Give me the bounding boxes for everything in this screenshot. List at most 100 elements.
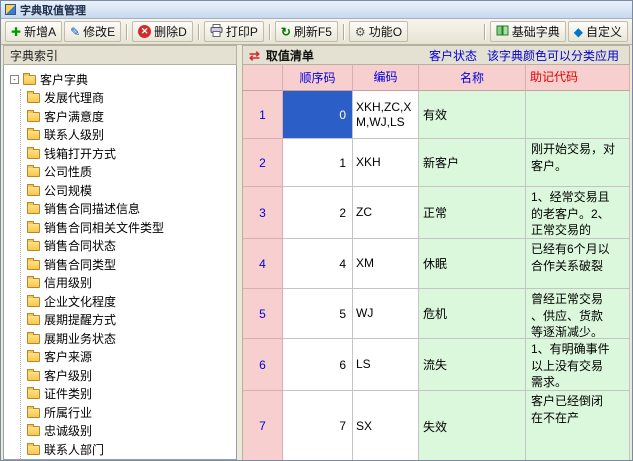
- base-dictionary-button[interactable]: 基础字典: [490, 21, 566, 42]
- refresh-button[interactable]: ↻ 刷新F5: [275, 21, 338, 42]
- code-cell[interactable]: WJ: [353, 289, 419, 339]
- tree-label: 所属行业: [44, 404, 92, 421]
- folder-icon: [27, 426, 40, 436]
- row-number-cell[interactable]: 6: [243, 339, 283, 391]
- name-cell[interactable]: 有效: [419, 91, 526, 139]
- tree-item[interactable]: 联系人部门: [27, 440, 234, 459]
- name-cell[interactable]: 正常: [419, 187, 526, 239]
- gear-icon: ⚙: [355, 26, 366, 38]
- seq-cell[interactable]: 7: [283, 391, 353, 460]
- folder-icon: [27, 149, 40, 159]
- tree-item[interactable]: 忠诚级别: [27, 422, 234, 441]
- folder-icon: [27, 186, 40, 196]
- dictionary-tree: - 客户字典 发展代理商 客户满意度 联系人级别 钱箱打开方式 公司性质 公司规…: [3, 65, 237, 460]
- note-cell[interactable]: 客户已经倒闭 在不在产: [526, 391, 630, 460]
- note-cell[interactable]: 已经有6个月以 合作关系破裂: [526, 239, 630, 289]
- tree-item[interactable]: 销售合同相关文件类型: [27, 218, 234, 237]
- tree-label: 联系人职务: [44, 459, 104, 460]
- tree-item[interactable]: 证件类别: [27, 385, 234, 404]
- tree-label: 客户满意度: [44, 108, 104, 125]
- name-cell[interactable]: 新客户: [419, 139, 526, 187]
- row-number-cell[interactable]: 3: [243, 187, 283, 239]
- toolbar-separator: [126, 24, 127, 40]
- tree-item[interactable]: 公司性质: [27, 163, 234, 182]
- collapse-icon[interactable]: -: [10, 75, 19, 84]
- tree-label: 客户来源: [44, 348, 92, 365]
- code-cell[interactable]: SX: [353, 391, 419, 460]
- seq-cell[interactable]: 2: [283, 187, 353, 239]
- print-icon: [210, 24, 223, 40]
- code-cell[interactable]: XM: [353, 239, 419, 289]
- code-cell[interactable]: XKH: [353, 139, 419, 187]
- tree-label: 发展代理商: [44, 89, 104, 106]
- custom-button[interactable]: ◆ 自定义: [568, 21, 628, 42]
- seq-cell[interactable]: 1: [283, 139, 353, 187]
- tree-item[interactable]: 客户级别: [27, 366, 234, 385]
- seq-cell[interactable]: 6: [283, 339, 353, 391]
- name-cell[interactable]: 失效: [419, 391, 526, 460]
- tree-item-root[interactable]: - 客户字典: [10, 70, 234, 89]
- folder-icon: [27, 241, 40, 251]
- print-button-label: 打印P: [226, 23, 258, 40]
- tree-label: 销售合同状态: [44, 237, 116, 254]
- add-button[interactable]: ✚ 新增A: [5, 21, 62, 42]
- tree-label: 销售合同相关文件类型: [44, 219, 164, 236]
- name-cell[interactable]: 危机: [419, 289, 526, 339]
- tree-item[interactable]: 钱箱打开方式: [27, 144, 234, 163]
- note-cell[interactable]: 1、经常交易且 的老客户。2、 正常交易的: [526, 187, 630, 239]
- table-row: 3 2 ZC 正常 1、经常交易且 的老客户。2、 正常交易的: [243, 187, 630, 239]
- folder-icon: [27, 315, 40, 325]
- toolbar-separator: [484, 24, 485, 40]
- delete-button-label: 删除D: [154, 23, 187, 40]
- tree-item[interactable]: 展期业务状态: [27, 329, 234, 348]
- row-number-cell[interactable]: 5: [243, 289, 283, 339]
- tree-item[interactable]: 客户满意度: [27, 107, 234, 126]
- main-area: 字典索引 - 客户字典 发展代理商 客户满意度 联系人级别 钱箱打开方式 公司性…: [1, 45, 632, 460]
- book-icon: [496, 24, 509, 40]
- tree-item[interactable]: 客户来源: [27, 348, 234, 367]
- tree-label: 联系人级别: [44, 126, 104, 143]
- folder-icon: [27, 260, 40, 270]
- code-cell[interactable]: ZC: [353, 187, 419, 239]
- folder-icon: [27, 371, 40, 381]
- tree-item[interactable]: 销售合同状态: [27, 237, 234, 256]
- seq-cell[interactable]: 5: [283, 289, 353, 339]
- seq-cell[interactable]: 4: [283, 239, 353, 289]
- column-header-code: 编码: [353, 65, 419, 91]
- dictionary-hint: 该字典颜色可以分类应用: [487, 47, 619, 64]
- note-cell[interactable]: 曾经正常交易 、供应、货款 等逐渐减少。: [526, 289, 630, 339]
- code-cell[interactable]: XKH,ZC,XM,WJ,LS: [353, 91, 419, 139]
- note-cell[interactable]: 1、有明确事件 以上没有交易 需求。: [526, 339, 630, 391]
- tree-item[interactable]: 企业文化程度: [27, 292, 234, 311]
- toolbar-separator: [343, 24, 344, 40]
- tree-item[interactable]: 展期提醒方式: [27, 311, 234, 330]
- tree-item[interactable]: 销售合同描述信息: [27, 200, 234, 219]
- tree-item[interactable]: 信用级别: [27, 274, 234, 293]
- note-cell[interactable]: [526, 91, 630, 139]
- diamond-icon: ◆: [574, 26, 583, 38]
- tree-item[interactable]: 销售合同类型: [27, 255, 234, 274]
- row-number-cell[interactable]: 7: [243, 391, 283, 460]
- header-right: 客户状态 该字典颜色可以分类应用: [429, 47, 623, 64]
- tree-item[interactable]: 所属行业: [27, 403, 234, 422]
- row-number-cell[interactable]: 1: [243, 91, 283, 139]
- seq-cell-selected[interactable]: 0: [283, 91, 353, 139]
- delete-button[interactable]: ✕ 删除D: [132, 21, 193, 42]
- edit-button[interactable]: ✎ 修改E: [64, 21, 121, 42]
- dictionary-name: 客户状态: [429, 47, 477, 64]
- row-number-cell[interactable]: 2: [243, 139, 283, 187]
- row-number-cell[interactable]: 4: [243, 239, 283, 289]
- print-button[interactable]: 打印P: [204, 21, 264, 42]
- tree-item[interactable]: 联系人级别: [27, 126, 234, 145]
- name-cell[interactable]: 休眠: [419, 239, 526, 289]
- tree-item[interactable]: 发展代理商: [27, 89, 234, 108]
- name-cell[interactable]: 流失: [419, 339, 526, 391]
- code-cell[interactable]: LS: [353, 339, 419, 391]
- note-cell[interactable]: 刚开始交易，对 客户。: [526, 139, 630, 187]
- tree-label: 客户字典: [40, 71, 88, 88]
- tree-item[interactable]: 联系人职务: [27, 459, 234, 461]
- tree-item[interactable]: 公司规模: [27, 181, 234, 200]
- delete-icon: ✕: [138, 25, 151, 38]
- tree-label: 联系人部门: [44, 441, 104, 458]
- function-button[interactable]: ⚙ 功能O: [349, 21, 408, 42]
